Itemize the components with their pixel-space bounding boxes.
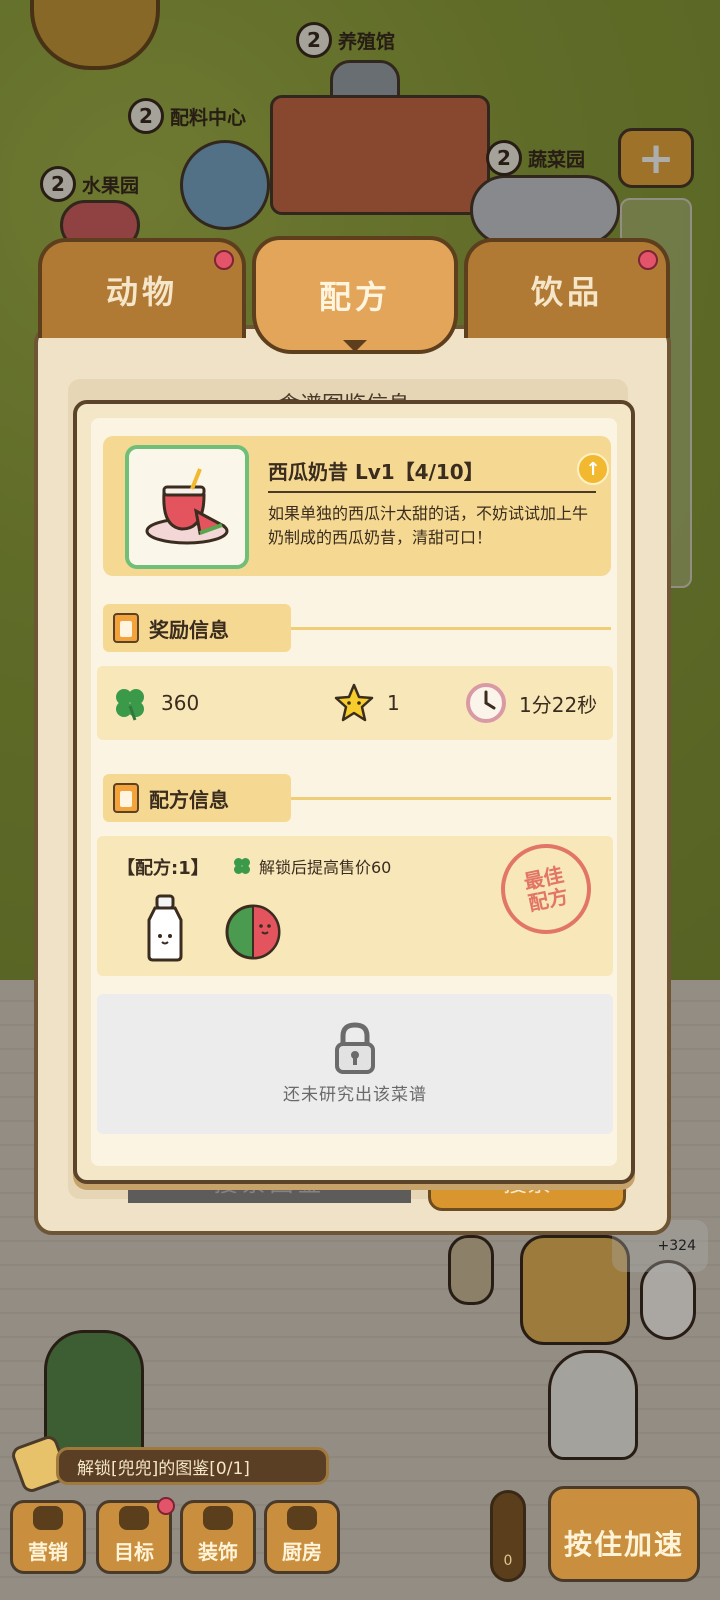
section-title-pill: 奖励信息 [103,604,291,652]
button-label: 目标 [114,1540,154,1564]
reward-time: 1分22秒 [465,682,597,724]
milk-bottle-icon [147,894,183,962]
marketing-button[interactable]: 营销 [10,1500,86,1574]
goals-button[interactable]: 目标 [96,1497,175,1574]
tab-label: 动物 [105,273,178,311]
speed-gauge: 0 [490,1490,526,1582]
divider [268,491,596,493]
decoration-button[interactable]: 装饰 [180,1500,256,1574]
locked-recipe-box: 还未研究出该菜谱 [97,994,613,1134]
section-title: 配方信息 [149,787,229,812]
item-name: 西瓜奶昔 Lv1【4/10】 [268,460,484,484]
reward-section-header: 奖励信息 [103,604,611,652]
locked-message: 还未研究出该菜谱 [283,1085,427,1105]
notification-dot [638,250,658,270]
tab-drinks[interactable]: 饮品 [464,238,670,338]
target-icon [119,1506,149,1530]
tab-pointer-icon [343,340,367,352]
section-title: 奖励信息 [149,617,229,642]
recipe-detail-dialog: 西瓜奶昔 Lv1【4/10】 ↑ 如果单独的西瓜汁太甜的话，不妨试试加上牛奶制成… [73,400,635,1184]
button-label: 装饰 [198,1540,238,1564]
tab-label: 配方 [318,278,391,316]
item-card: 西瓜奶昔 Lv1【4/10】 ↑ 如果单独的西瓜汁太甜的话，不妨试试加上牛奶制成… [103,436,611,576]
kitchen-button[interactable]: 厨房 [264,1500,340,1574]
best-recipe-stamp: 最佳 配方 [492,835,600,943]
section-title-pill: 配方信息 [103,774,291,822]
speed-gauge-value: 0 [503,1553,513,1569]
reward-clover: 360 [111,684,199,722]
cook-time: 1分22秒 [519,692,598,717]
notification-dot [157,1497,175,1515]
notification-dot [214,250,234,270]
hammer-icon [203,1506,233,1530]
clipboard-icon [113,783,139,813]
clover-icon [116,689,144,721]
clock-icon [466,683,506,723]
button-label: 营销 [28,1540,68,1564]
task-progress-bar[interactable]: 解锁[兜兜]的图鉴[0/1] [56,1447,329,1485]
recipe-section-header: 配方信息 [103,774,611,822]
tab-recipes[interactable]: 配方 [252,236,458,354]
section-divider [291,627,611,630]
clover-amount: 360 [161,691,200,715]
button-label: 厨房 [282,1540,322,1564]
tab-label: 饮品 [530,273,603,311]
bonus-text: 解锁后提高售价60 [259,858,392,877]
item-description: 如果单独的西瓜汁太甜的话，不妨试试加上牛奶制成的西瓜奶昔，清甜可口！ [268,504,589,547]
recipe-count: 【配方:1】 [117,858,209,879]
star-icon [334,683,374,722]
ingredient-watermelon[interactable] [221,894,285,964]
megaphone-icon [33,1506,63,1530]
watermelon-icon [225,904,281,960]
item-thumbnail [125,445,249,569]
ingredient-milk[interactable] [133,894,197,964]
task-text: 解锁[兜兜]的图鉴[0/1] [77,1458,250,1479]
reward-star: 1 [333,683,400,723]
button-label: 按住加速 [563,1528,684,1561]
upgrade-arrow-icon[interactable]: ↑ [577,453,609,485]
watermelon-milkshake-icon [145,468,229,545]
hold-to-speed-up-button[interactable]: 按住加速 [548,1486,700,1582]
reward-row: 360 1 1分22秒 [97,666,613,740]
pot-icon [287,1506,317,1530]
recipe-ingredients-box: 【配方:1】 解锁后提高售价60 最佳 配方 [97,835,613,976]
tab-animals[interactable]: 动物 [38,238,246,338]
star-amount: 1 [387,691,400,715]
dialog-body: 西瓜奶昔 Lv1【4/10】 ↑ 如果单独的西瓜汁太甜的话，不妨试试加上牛奶制成… [91,418,617,1166]
recipe-bonus: 解锁后提高售价60 [231,854,391,878]
clipboard-icon [113,613,139,643]
lock-icon [335,1022,375,1074]
clover-icon [234,858,250,874]
section-divider [291,797,611,800]
